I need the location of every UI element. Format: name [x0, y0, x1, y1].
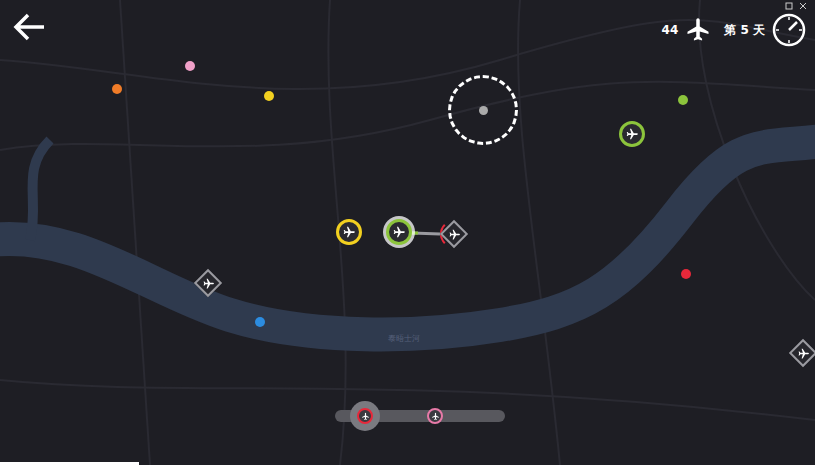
- runway[interactable]: [194, 269, 222, 297]
- spawn-zone: [448, 75, 518, 145]
- plane-count: 44: [662, 23, 679, 37]
- destination-dot[interactable]: [264, 91, 274, 101]
- clock-icon[interactable]: [771, 12, 807, 48]
- plane-icon: [202, 277, 215, 290]
- airplane[interactable]: [619, 121, 645, 147]
- airplane[interactable]: [386, 219, 412, 245]
- close-icon[interactable]: [799, 2, 807, 10]
- plane-icon: [342, 225, 356, 239]
- destination-dot[interactable]: [255, 317, 265, 327]
- river-label: 泰晤士河: [388, 333, 420, 344]
- day-progress: [0, 462, 815, 465]
- airplane[interactable]: [336, 219, 362, 245]
- plane-icon: [797, 347, 810, 360]
- runway[interactable]: [440, 220, 468, 248]
- river: [0, 140, 815, 334]
- destination-dot[interactable]: [681, 269, 691, 279]
- destination-dot[interactable]: [112, 84, 122, 94]
- plane-icon: [684, 16, 712, 44]
- runway[interactable]: [789, 339, 815, 367]
- plane-icon: [448, 228, 461, 241]
- restore-icon[interactable]: [785, 2, 793, 10]
- plane-icon: [392, 225, 406, 239]
- day-label: 第 5 天: [724, 22, 765, 39]
- plane-queue: [335, 404, 505, 428]
- plane-icon: [361, 412, 370, 421]
- game-screen: 泰晤士河 44 第 5 天: [0, 0, 815, 465]
- top-bar: 44 第 5 天: [0, 0, 815, 48]
- queued-plane[interactable]: [350, 401, 380, 431]
- back-arrow-icon[interactable]: [12, 12, 46, 42]
- destination-dot[interactable]: [678, 95, 688, 105]
- queued-plane[interactable]: [420, 401, 450, 431]
- plane-icon: [625, 127, 639, 141]
- destination-dot[interactable]: [185, 61, 195, 71]
- plane-icon: [431, 412, 440, 421]
